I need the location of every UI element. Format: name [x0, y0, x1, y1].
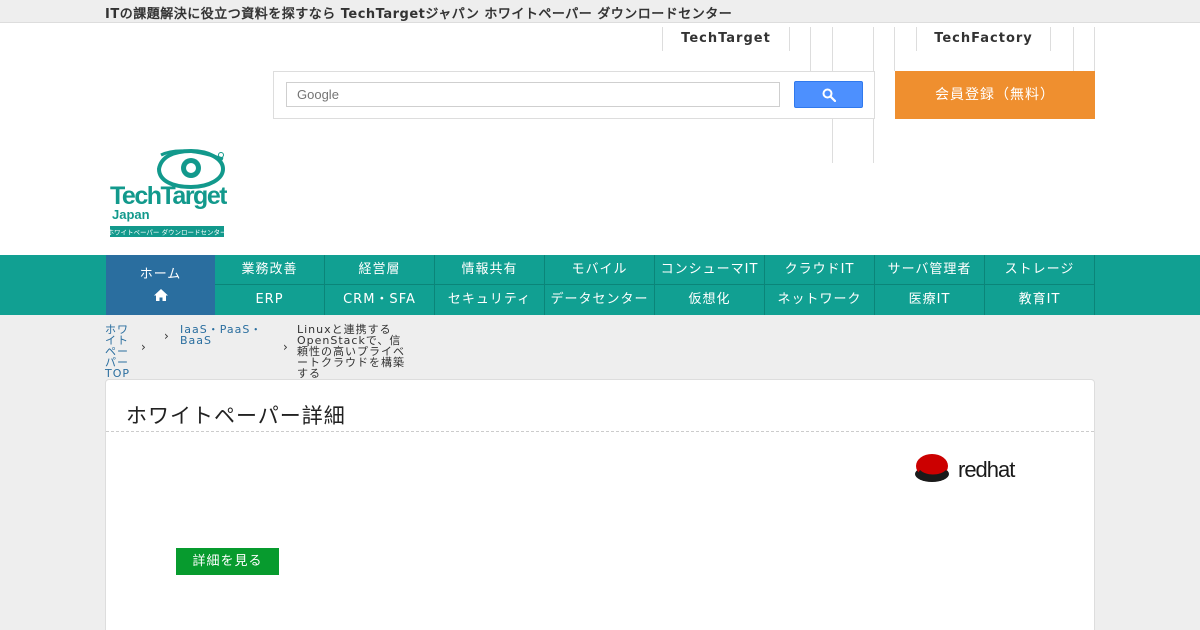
- breadcrumb-home[interactable]: ホワイトペーパーTOP: [105, 324, 139, 379]
- search-button[interactable]: [794, 81, 863, 108]
- search-box: [273, 71, 875, 119]
- nav-item[interactable]: サーバ管理者: [875, 255, 985, 285]
- nav-item[interactable]: クラウドIT: [765, 255, 875, 285]
- nav-item[interactable]: ストレージ: [985, 255, 1095, 285]
- nav-home-label: ホーム: [139, 267, 182, 282]
- breadcrumb-current: Linuxと連携するOpenStackで、信頼性の高いプライベートクラウドを構築…: [297, 323, 405, 380]
- logo-japan-text: Japan: [112, 207, 150, 222]
- nav-item[interactable]: 経営層: [325, 255, 435, 285]
- divider: [1073, 27, 1074, 71]
- logo-subtitle: ホワイトペーパー ダウンロードセンター: [109, 228, 227, 237]
- panel-title: ホワイトペーパー詳細: [126, 404, 346, 428]
- home-icon: [153, 289, 168, 301]
- divider: [894, 27, 895, 71]
- nav-item[interactable]: 仮想化: [655, 285, 765, 315]
- nav-item[interactable]: 情報共有: [435, 255, 545, 285]
- register-button[interactable]: 会員登録（無料）: [895, 71, 1095, 119]
- chevron-right-icon: ›: [141, 340, 146, 354]
- red-hat-icon: [915, 454, 949, 482]
- search-icon: [822, 88, 836, 102]
- chevron-right-icon: ›: [164, 329, 169, 343]
- nav-item[interactable]: ネットワーク: [765, 285, 875, 315]
- chevron-right-icon: ›: [283, 340, 288, 354]
- divider: [1094, 27, 1095, 71]
- top-bar: ITの課題解決に役立つ資料を探すなら TechTargetジャパン ホワイトペー…: [0, 0, 1200, 23]
- nav-item[interactable]: 教育IT: [985, 285, 1095, 315]
- techfactory-link[interactable]: TechFactory: [916, 27, 1051, 51]
- techtarget-link[interactable]: TechTarget: [662, 27, 790, 51]
- main-nav: ホーム 業務改善 経営層 情報共有 モバイル コンシューマIT クラウドIT サ…: [0, 255, 1200, 315]
- nav-home[interactable]: ホーム: [106, 255, 215, 315]
- nav-item[interactable]: セキュリティ: [435, 285, 545, 315]
- nav-item[interactable]: 業務改善: [215, 255, 325, 285]
- nav-item[interactable]: CRM・SFA: [325, 285, 435, 315]
- redhat-logo: redhat: [915, 454, 1016, 482]
- nav-item[interactable]: コンシューマIT: [655, 255, 765, 285]
- nav-item[interactable]: ERP: [215, 285, 325, 315]
- search-input[interactable]: [286, 82, 780, 107]
- divider: [810, 27, 811, 71]
- whitepaper-panel: ホワイトペーパー詳細 redhat 詳細を見る: [105, 379, 1095, 630]
- header: TechTarget TechFactory 会員登録（無料） TechTarg…: [0, 23, 1200, 255]
- nav-item[interactable]: モバイル: [545, 255, 655, 285]
- detail-button[interactable]: 詳細を見る: [176, 548, 279, 575]
- nav-item[interactable]: 医療IT: [875, 285, 985, 315]
- techtarget-japan-logo[interactable]: TechTarget Japan ホワイトペーパー ダウンロードセンター: [109, 149, 227, 239]
- breadcrumb-category[interactable]: IaaS・PaaS・BaaS: [180, 324, 270, 346]
- divider: [106, 431, 1094, 432]
- nav-item[interactable]: データセンター: [545, 285, 655, 315]
- redhat-logo-text: redhat: [958, 457, 1015, 482]
- site-tagline: ITの課題解決に役立つ資料を探すなら TechTargetジャパン ホワイトペー…: [105, 7, 733, 22]
- logo-brand-text: TechTarget: [110, 182, 227, 210]
